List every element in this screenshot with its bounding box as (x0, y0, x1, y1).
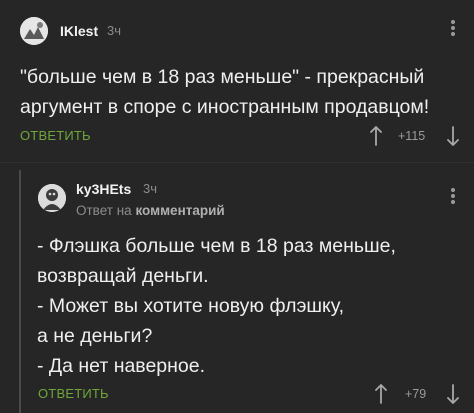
downvote-icon[interactable] (446, 125, 460, 147)
reply-to-line[interactable]: Ответ на комментарий (76, 203, 225, 218)
user-avatar-icon (20, 17, 48, 45)
more-options-icon[interactable] (447, 186, 459, 206)
comment-score: +115 (398, 129, 426, 143)
reply-time: 3ч (143, 181, 158, 196)
comment-author[interactable]: IKlest (60, 23, 98, 39)
avatar[interactable] (20, 17, 48, 45)
thread-line[interactable] (19, 170, 21, 413)
reply-text: - Флэшка больше чем в 18 раз меньше, воз… (37, 235, 396, 377)
comment-time: 3ч (107, 23, 122, 38)
downvote-icon[interactable] (446, 383, 460, 405)
upvote-icon[interactable] (369, 125, 383, 147)
user-avatar-icon (38, 184, 66, 212)
comment-text: "больше чем в 18 раз меньше" - прекрасны… (20, 66, 430, 118)
comment: IKlest 3ч "больше чем в 18 раз меньше" -… (0, 0, 474, 160)
more-options-icon[interactable] (447, 18, 459, 38)
divider (0, 162, 474, 163)
avatar[interactable] (38, 184, 66, 212)
comment-thread: IKlest 3ч "больше чем в 18 раз меньше" -… (0, 0, 474, 413)
reply-score: +79 (405, 387, 427, 401)
reply-to-link[interactable]: комментарий (135, 203, 224, 218)
reply-author[interactable]: ky3HEts (76, 181, 131, 197)
upvote-icon[interactable] (374, 383, 388, 405)
reply-to-prefix: Ответ на (76, 203, 132, 218)
reply-button[interactable]: ОТВЕТИТЬ (20, 128, 91, 143)
reply-button[interactable]: ОТВЕТИТЬ (38, 386, 109, 401)
